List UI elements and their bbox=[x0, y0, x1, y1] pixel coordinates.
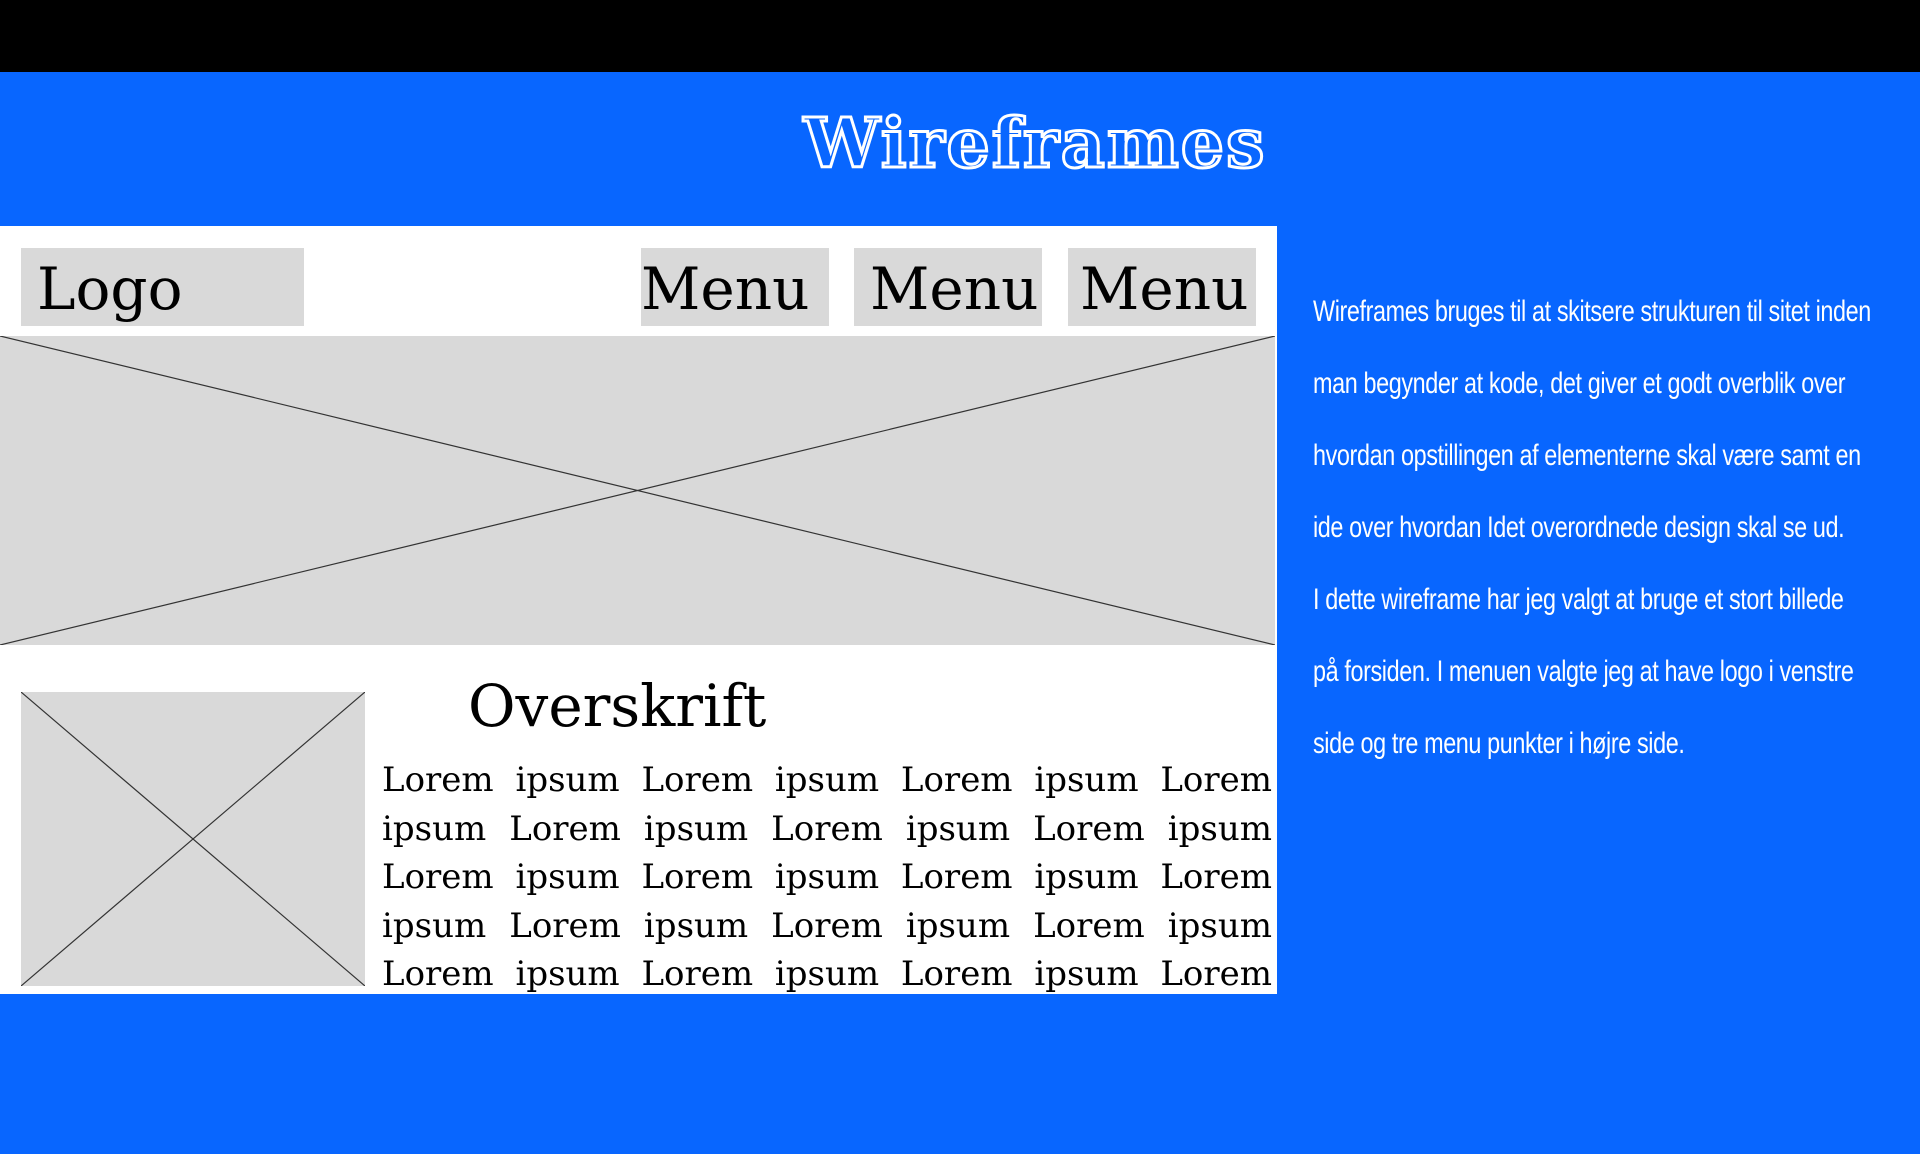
wireframe-menu-item-2: Menu bbox=[854, 248, 1042, 326]
wireframe-menu-label: Menu bbox=[1080, 255, 1249, 323]
wireframe-body-text: Lorem ipsum Lorem ipsum Lorem ipsum Lore… bbox=[382, 760, 1272, 994]
wireframe-logo-label: Logo bbox=[37, 255, 183, 323]
wireframe-menu-item-1: Menu bbox=[641, 248, 829, 326]
placeholder-cross-icon bbox=[21, 692, 365, 986]
description-text: Wireframes bruges til at skitsere strukt… bbox=[1313, 276, 1871, 780]
wireframe-menu-item-3: Menu bbox=[1068, 248, 1256, 326]
top-bar bbox=[0, 0, 1920, 72]
wireframe-heading: Overskrift bbox=[468, 672, 767, 740]
description-paragraph-1: Wireframes bruges til at skitsere strukt… bbox=[1313, 295, 1871, 544]
wireframe-menu-label: Menu bbox=[641, 255, 810, 323]
wireframe-content-image bbox=[21, 692, 365, 986]
wireframe-menu-label: Menu bbox=[870, 255, 1039, 323]
placeholder-cross-icon bbox=[0, 336, 1275, 645]
wireframe-logo-box: Logo bbox=[21, 248, 304, 326]
wireframe-mockup: Logo Menu Menu Menu Overskrift Lorem ips… bbox=[0, 226, 1277, 994]
wireframe-hero-image bbox=[0, 336, 1275, 645]
description-paragraph-2: I dette wireframe har jeg valgt at bruge… bbox=[1313, 583, 1854, 760]
page-title: Wireframes bbox=[802, 103, 1267, 186]
